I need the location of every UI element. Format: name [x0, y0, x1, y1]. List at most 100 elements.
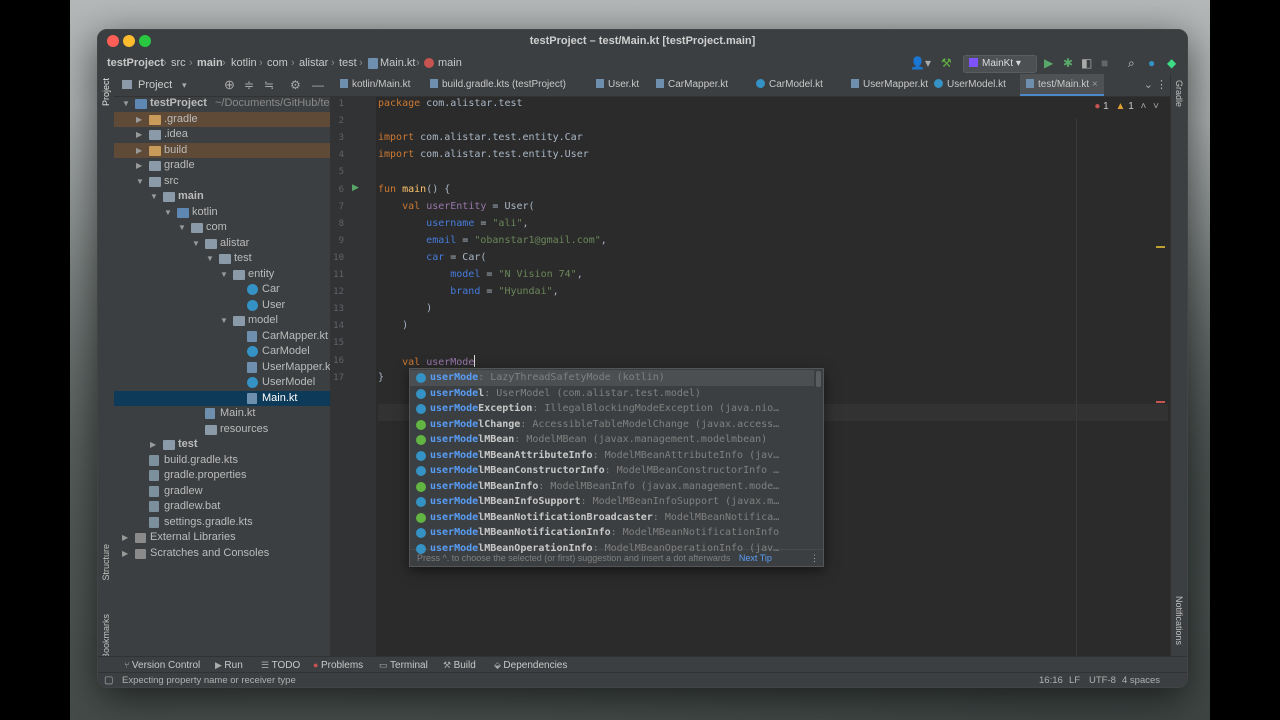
- breadcrumb-kotlin[interactable]: kotlin: [231, 52, 257, 74]
- chevron-down-icon[interactable]: ▼: [178, 220, 186, 236]
- search-icon[interactable]: ⌕: [1128, 56, 1135, 70]
- breadcrumb-file[interactable]: Main.kt: [380, 52, 415, 74]
- tree-item[interactable]: ▼ test: [114, 251, 330, 267]
- completion-item[interactable]: userModelMBeanNotificationInfo: ModelMBe…: [410, 525, 814, 541]
- tree-item[interactable]: ▶ Scratches and Consoles: [114, 546, 330, 562]
- breadcrumb-alistar[interactable]: alistar: [299, 52, 328, 74]
- tree-item[interactable]: UserMapper.kt: [114, 360, 334, 376]
- collapse-all-icon[interactable]: ≒: [264, 74, 274, 96]
- tree-item[interactable]: gradle.properties: [114, 468, 330, 484]
- tree-item[interactable]: resources: [114, 422, 330, 438]
- status-panel-icon[interactable]: ▢: [104, 673, 113, 687]
- file-encoding[interactable]: UTF-8: [1089, 673, 1116, 687]
- chevron-right-icon[interactable]: ▶: [136, 158, 142, 174]
- more-icon[interactable]: ⋮: [1156, 78, 1167, 91]
- tree-item[interactable]: ▶ gradle: [114, 158, 330, 174]
- minimize-window-button[interactable]: [123, 35, 135, 47]
- caret-position[interactable]: 16:16: [1039, 673, 1063, 687]
- completion-item[interactable]: userModelMBean: ModelMBean (javax.manage…: [410, 432, 814, 448]
- close-icon[interactable]: ×: [1089, 79, 1098, 90]
- chevron-right-icon[interactable]: ▶: [122, 546, 128, 562]
- completion-item[interactable]: userModel: UserModel (com.alistar.test.m…: [410, 386, 814, 402]
- popup-scrollbar[interactable]: [816, 371, 821, 387]
- tab-usermapper-kt[interactable]: UserMapper.kt: [845, 74, 934, 96]
- chevron-down-icon[interactable]: ▼: [192, 236, 200, 252]
- run-configuration-select[interactable]: MainKt ▾: [963, 55, 1037, 73]
- inspection-widget[interactable]: ● 1 ▲ 1 ˄ ˅: [1094, 101, 1159, 112]
- project-view-title[interactable]: Project: [138, 74, 172, 96]
- completion-item[interactable]: userMode: LazyThreadSafetyMode (kotlin): [410, 370, 814, 386]
- chevron-down-icon[interactable]: ▼: [206, 251, 214, 267]
- run-icon[interactable]: ▶: [1044, 56, 1053, 70]
- chevron-right-icon[interactable]: ▶: [122, 530, 128, 546]
- tree-item[interactable]: build.gradle.kts: [114, 453, 330, 469]
- gradle-tool-tab[interactable]: Gradle: [1174, 80, 1184, 107]
- tree-item[interactable]: UserModel: [114, 375, 330, 391]
- chevron-down-icon[interactable]: ▼: [220, 313, 228, 329]
- tree-item[interactable]: CarMapper.kt: [114, 329, 330, 345]
- completion-item[interactable]: userModelMBeanOperationInfo: ModelMBeanO…: [410, 541, 814, 557]
- tree-item[interactable]: ▼ entity: [114, 267, 330, 283]
- tab-usermodel-kt[interactable]: UserModel.kt: [928, 74, 1012, 96]
- tree-item[interactable]: ▼ main: [114, 189, 330, 205]
- tabs-menu-icon[interactable]: ⌄: [1144, 78, 1153, 91]
- tree-item[interactable]: ▶ .idea: [114, 127, 330, 143]
- tree-item[interactable]: ▶ .gradle: [114, 111, 330, 128]
- tree-item[interactable]: gradlew: [114, 484, 330, 500]
- tree-item[interactable]: settings.gradle.kts: [114, 515, 330, 531]
- line-separator[interactable]: LF: [1069, 673, 1080, 687]
- tree-item[interactable]: ▼ alistar: [114, 236, 330, 252]
- chevron-right-icon[interactable]: ▶: [136, 112, 142, 128]
- breadcrumb-test[interactable]: test: [339, 52, 357, 74]
- tree-item[interactable]: ▼ kotlin: [114, 205, 330, 221]
- warning-marker[interactable]: [1156, 246, 1165, 248]
- chevron-down-icon[interactable]: ˅: [1153, 101, 1159, 112]
- tree-item[interactable]: ▼ testProject ~/Documents/GitHub/test: [114, 96, 338, 112]
- project-tool-tab[interactable]: Project: [101, 78, 111, 106]
- breadcrumb-project[interactable]: testProject: [107, 52, 164, 74]
- tree-item[interactable]: Main.kt: [114, 406, 330, 422]
- completion-item[interactable]: userModelChange: AccessibleTableModelCha…: [410, 417, 814, 433]
- tab-user-kt[interactable]: User.kt: [590, 74, 645, 96]
- plugin-icon[interactable]: ◆: [1167, 56, 1176, 70]
- chevron-down-icon[interactable]: ▼: [136, 174, 144, 190]
- completion-item[interactable]: userModelMBeanNotificationBroadcaster: M…: [410, 510, 814, 526]
- tree-item[interactable]: ▼ com: [114, 220, 330, 236]
- breadcrumb-main[interactable]: main: [197, 52, 223, 74]
- tab-carmapper-kt[interactable]: CarMapper.kt: [650, 74, 734, 96]
- tree-item[interactable]: gradlew.bat: [114, 499, 330, 515]
- tab-test-main-kt[interactable]: test/Main.kt ×: [1020, 74, 1104, 96]
- hide-panel-icon[interactable]: —: [312, 74, 324, 96]
- chevron-right-icon[interactable]: ▶: [150, 437, 156, 453]
- tree-item[interactable]: ▶ build: [114, 142, 330, 158]
- completion-item[interactable]: userModeException: IllegalBlockingModeEx…: [410, 401, 814, 417]
- close-window-button[interactable]: [107, 35, 119, 47]
- completion-item[interactable]: userModelMBeanConstructorInfo: ModelMBea…: [410, 463, 814, 479]
- chevron-down-icon[interactable]: ▼: [122, 96, 130, 112]
- chevron-down-icon[interactable]: ▼: [150, 189, 158, 205]
- expand-all-icon[interactable]: ≑: [244, 74, 254, 96]
- gear-icon[interactable]: ⚙: [290, 74, 301, 96]
- chevron-down-icon[interactable]: ▼: [164, 205, 172, 221]
- bookmarks-tool-tab[interactable]: Bookmarks: [101, 614, 111, 659]
- profile-icon[interactable]: ◧: [1081, 56, 1092, 70]
- tab-build-gradle-kts-testproject-[interactable]: build.gradle.kts (testProject): [424, 74, 572, 96]
- completion-item[interactable]: userModelMBeanInfo: ModelMBeanInfo (java…: [410, 479, 814, 495]
- tree-item[interactable]: ▶ External Libraries: [114, 530, 330, 546]
- tab-carmodel-kt[interactable]: CarModel.kt: [750, 74, 829, 96]
- chevron-down-icon[interactable]: ▼: [220, 267, 228, 283]
- error-marker[interactable]: [1156, 401, 1165, 403]
- chevron-right-icon[interactable]: ▶: [136, 127, 142, 143]
- tree-item[interactable]: ▼ model: [114, 313, 330, 329]
- chevron-down-icon[interactable]: ▾: [182, 74, 187, 96]
- locate-icon[interactable]: ⊕: [224, 74, 235, 96]
- debug-icon[interactable]: ✱: [1063, 56, 1073, 70]
- notifications-tool-tab[interactable]: Notifications: [1174, 596, 1184, 645]
- update-icon[interactable]: ●: [1148, 56, 1155, 70]
- tree-item[interactable]: ▶ test: [114, 437, 330, 453]
- breadcrumb-com[interactable]: com: [267, 52, 288, 74]
- tree-item[interactable]: User: [114, 298, 330, 314]
- tree-item[interactable]: Car: [114, 282, 330, 298]
- breadcrumb-function[interactable]: main: [438, 52, 462, 74]
- indent-setting[interactable]: 4 spaces: [1122, 673, 1160, 687]
